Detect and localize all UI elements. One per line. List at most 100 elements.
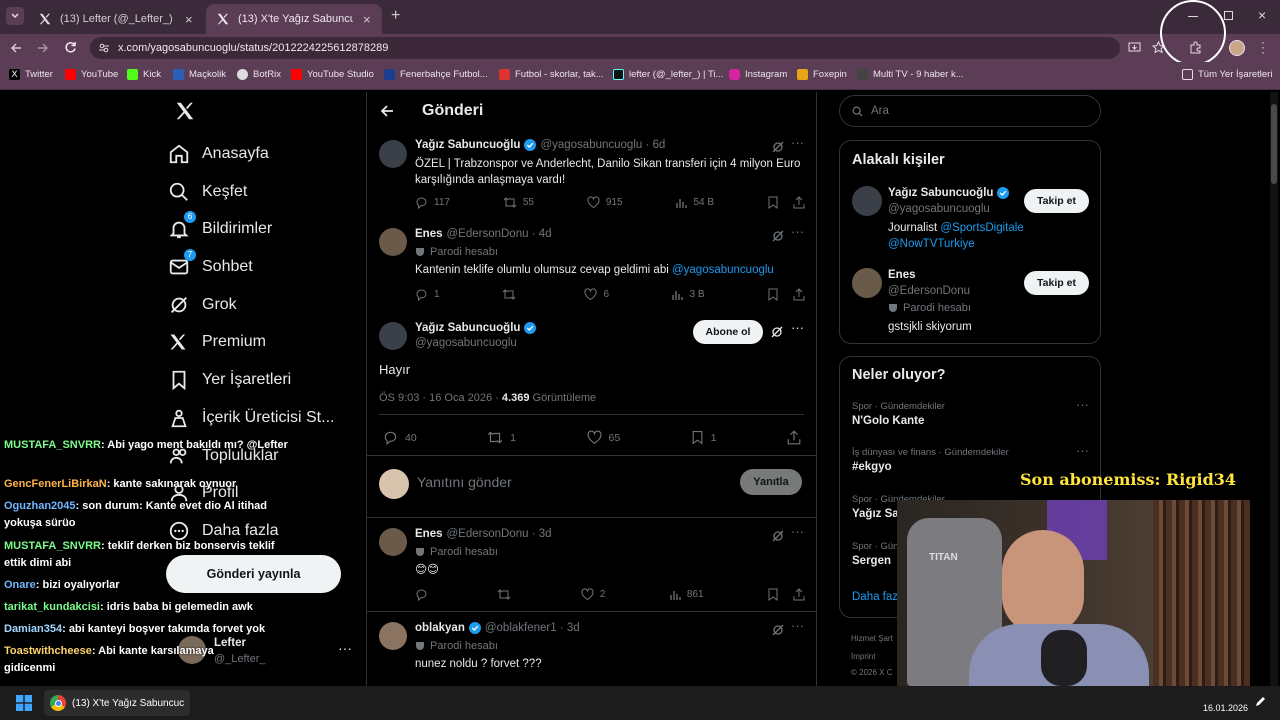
profile-avatar[interactable]	[1229, 40, 1245, 56]
bookmark-fenerbahce[interactable]: Fenerbahçe Futbol...	[384, 69, 488, 80]
like-button[interactable]: 65	[587, 430, 620, 445]
taskbar-chrome-app[interactable]: (13) X'te Yağız Sabuncuc	[44, 690, 191, 716]
reply-button[interactable]	[415, 588, 434, 601]
person-name[interactable]: Yağız Sabuncuoğlu	[888, 187, 993, 199]
show-more-link[interactable]: Daha faz	[852, 591, 898, 603]
like-button[interactable]: 915	[587, 196, 623, 209]
maximize-button[interactable]	[1224, 11, 1233, 20]
bookmark-youtube-studio[interactable]: YouTube Studio	[291, 69, 374, 80]
reply-tweet[interactable]: Enes @EdersonDonu · 3d ··· Parodi hesabı…	[367, 518, 816, 612]
repost-button[interactable]	[502, 288, 522, 301]
site-info-icon[interactable]	[98, 42, 110, 54]
more-dots-icon[interactable]: ···	[791, 618, 804, 633]
footer-link[interactable]: İmprint	[851, 652, 875, 661]
bookmark-youtube[interactable]: YouTube	[65, 69, 118, 80]
share-icon[interactable]	[793, 196, 805, 209]
taskbar-date[interactable]: 16.01.2026	[1203, 703, 1248, 713]
bookmark-futbol[interactable]: Futbol - skorlar, tak...	[499, 69, 604, 80]
sidebar-item-explore[interactable]: Keşfet	[168, 181, 247, 203]
scrollbar-thumb[interactable]	[1271, 104, 1277, 184]
mention-link[interactable]: @yagosabuncuoglu	[672, 264, 774, 276]
trend-item[interactable]: Spor · Gündemdekiler N'Golo Kante ···	[852, 397, 1092, 427]
sidebar-item-messages[interactable]: 7 Sohbet	[168, 249, 253, 278]
reply-tweet[interactable]: oblakyan @oblakfener1 · 3d ··· Parodi he…	[367, 612, 816, 686]
author-handle[interactable]: @oblakfener1 · 3d	[485, 622, 580, 634]
grok-icon[interactable]	[772, 624, 784, 636]
reply-input[interactable]: Yanıtını gönder	[417, 474, 512, 490]
views-button[interactable]: 861	[669, 588, 704, 601]
share-icon[interactable]	[793, 288, 805, 301]
grok-icon[interactable]	[772, 530, 784, 542]
bookmark-tiktok[interactable]: lefter (@_lefter_) | Ti...	[613, 69, 723, 80]
windows-start-icon[interactable]	[16, 695, 32, 711]
more-dots-icon[interactable]: ···	[791, 320, 804, 335]
bookmark-icon[interactable]	[767, 588, 779, 601]
bookmark-botrix[interactable]: BotRix	[237, 69, 281, 80]
back-arrow-icon[interactable]	[10, 42, 22, 54]
avatar[interactable]	[852, 268, 882, 298]
share-button[interactable]	[787, 430, 801, 445]
pen-icon[interactable]	[1254, 696, 1266, 708]
reply-button[interactable]: 117	[415, 196, 450, 209]
tab-close-button[interactable]: ×	[185, 12, 193, 27]
browser-menu-icon[interactable]: · · ·	[1261, 36, 1265, 58]
close-window-button[interactable]: ×	[1258, 7, 1266, 23]
author-name[interactable]: Yağız Sabuncuoğlu	[415, 139, 520, 151]
like-button[interactable]: 6	[584, 288, 609, 301]
more-dots-icon[interactable]: ···	[791, 224, 804, 239]
bookmark-twitter[interactable]: X Twitter	[9, 69, 53, 80]
views-button[interactable]: 54 B	[675, 196, 714, 209]
search-input[interactable]: Ara	[839, 95, 1101, 127]
bookmark-kick[interactable]: Kick	[127, 69, 161, 80]
grok-icon[interactable]	[771, 326, 783, 338]
sidebar-item-creator-studio[interactable]: İçerik Üreticisi St...	[168, 407, 334, 429]
author-handle[interactable]: @yagosabuncuoglu	[415, 337, 517, 349]
repost-button[interactable]: 1	[487, 430, 516, 445]
bookmark-icon[interactable]	[767, 196, 779, 209]
person-handle[interactable]: @yagosabuncuoglu	[888, 203, 990, 215]
sidebar-item-grok[interactable]: Grok	[168, 294, 237, 316]
like-button[interactable]: 2	[581, 588, 605, 601]
url-bar[interactable]: x.com/yagosabuncuoglu/status/20122242256…	[90, 37, 1120, 59]
author-handle[interactable]: @yagosabuncuoglu · 6d	[540, 139, 665, 151]
author-name[interactable]: Enes	[415, 528, 443, 540]
follow-button[interactable]: Takip et	[1024, 271, 1089, 295]
bio-link[interactable]: @SportsDigitale	[940, 222, 1023, 234]
sidebar-item-notifications[interactable]: 6 Bildirimler	[168, 211, 272, 240]
author-name[interactable]: Enes	[415, 228, 443, 240]
tab-search-button[interactable]	[6, 7, 24, 25]
author-name[interactable]: oblakyan	[415, 622, 465, 634]
back-arrow-icon[interactable]	[380, 104, 394, 118]
more-dots-icon[interactable]: ···	[791, 135, 804, 150]
footer-link[interactable]: Hizmet Şart	[851, 634, 893, 643]
bookmark-button[interactable]: 1	[691, 430, 717, 445]
author-name[interactable]: Yağız Sabuncuoğlu	[415, 322, 520, 334]
new-tab-button[interactable]: +	[391, 7, 400, 25]
reply-button[interactable]: 40	[383, 430, 417, 445]
bookmark-instagram[interactable]: Instagram	[729, 69, 787, 80]
page-scrollbar[interactable]	[1270, 92, 1278, 686]
x-logo-icon[interactable]	[174, 100, 196, 122]
share-icon[interactable]	[793, 588, 805, 601]
author-handle[interactable]: @EdersonDonu · 4d	[447, 228, 552, 240]
repost-button[interactable]	[497, 588, 517, 601]
avatar[interactable]	[852, 186, 882, 216]
subscribe-button[interactable]: Abone ol	[693, 320, 763, 344]
more-dots-icon[interactable]: ···	[791, 524, 804, 539]
tab-lefter[interactable]: (13) Lefter (@_Lefter_) / X ×	[28, 4, 204, 34]
more-dots-icon[interactable]: ···	[1076, 397, 1089, 412]
parent-tweet[interactable]: Yağız Sabuncuoğlu @yagosabuncuoglu · 6d …	[367, 130, 816, 218]
sidebar-item-home[interactable]: Anasayfa	[168, 143, 269, 165]
sidebar-item-bookmarks[interactable]: Yer İşaretleri	[168, 369, 291, 391]
reload-icon[interactable]	[64, 41, 77, 54]
all-bookmarks[interactable]: Tüm Yer İşaretleri	[1182, 69, 1272, 80]
bookmark-foxepin[interactable]: Foxepin	[797, 69, 847, 80]
forward-arrow-icon[interactable]	[37, 42, 49, 54]
reply-submit-button[interactable]: Yanıtla	[740, 469, 802, 495]
bookmark-mackolik[interactable]: Maçkolik	[173, 69, 226, 80]
tab-tweet[interactable]: (13) X'te Yağız Sabuncuoğlu: "Ö ×	[206, 4, 382, 34]
more-dots-icon[interactable]: ···	[338, 640, 352, 656]
follow-button[interactable]: Takip et	[1024, 189, 1089, 213]
author-handle[interactable]: @EdersonDonu · 3d	[447, 528, 552, 540]
tab-close-button[interactable]: ×	[363, 12, 371, 27]
